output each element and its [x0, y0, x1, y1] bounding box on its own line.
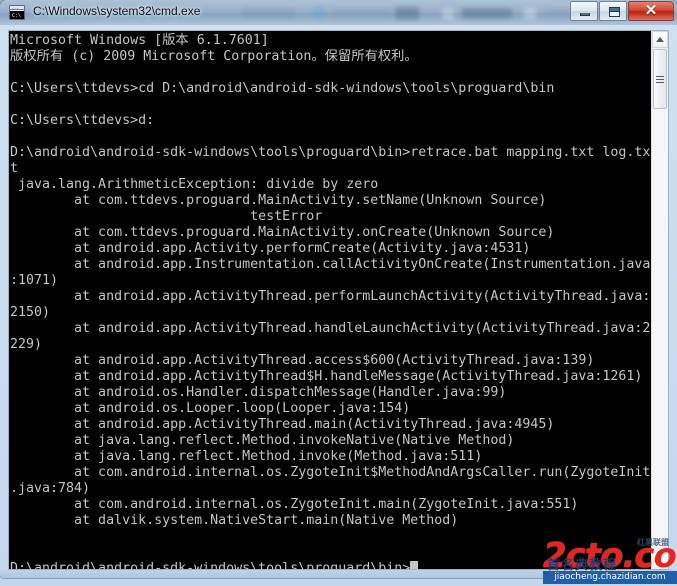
- window-title: C:\Windows\system32\cmd.exe: [33, 4, 201, 18]
- console-line-list: Microsoft Windows [版本 6.1.7601] 版权所有 (c) …: [10, 33, 651, 561]
- console-line: at java.lang.reflect.Method.invoke(Metho…: [10, 449, 483, 464]
- maximize-button[interactable]: [599, 1, 627, 21]
- console-line: testError: [10, 209, 323, 224]
- console-line: at com.ttdevs.proguard.MainActivity.onCr…: [10, 225, 555, 240]
- icon-screen: C:\: [10, 11, 24, 19]
- console-line: at com.android.internal.os.ZygoteInit$Me…: [10, 465, 651, 480]
- console-line: at android.app.ActivityThread.handleLaun…: [10, 321, 651, 336]
- close-button[interactable]: ✕: [628, 1, 674, 21]
- console-line: 2150): [10, 305, 51, 320]
- icon-dots: •••: [12, 6, 20, 11]
- console-line: at android.app.ActivityThread.access$600…: [10, 353, 595, 368]
- console-line: at android.app.ActivityThread.main(Activ…: [10, 417, 555, 432]
- scroll-track[interactable]: [652, 109, 668, 569]
- console-line: java.lang.ArithmeticException: divide by…: [10, 177, 379, 192]
- console-line: t: [10, 161, 19, 176]
- final-prompt-text: D:\android\android-sdk-windows\tools\pro…: [10, 561, 411, 569]
- console-final-prompt-line: D:\android\android-sdk-windows\tools\pro…: [10, 561, 651, 569]
- text-cursor: [410, 561, 419, 569]
- console-line: Microsoft Windows [版本 6.1.7601]: [10, 33, 269, 48]
- scroll-thumb-grip-icon: [656, 75, 665, 83]
- console-client-area: Microsoft Windows [版本 6.1.7601] 版权所有 (c) …: [8, 30, 669, 570]
- console-line: C:\Users\ttdevs>cd D:\android\android-sd…: [10, 81, 555, 96]
- console-line: :1071): [10, 273, 59, 288]
- window-bottom-edge: [0, 570, 677, 578]
- icon-prompt-glyph: C:\: [12, 13, 22, 19]
- console-output[interactable]: Microsoft Windows [版本 6.1.7601] 版权所有 (c) …: [9, 31, 652, 569]
- console-line: 版权所有 (c) 2009 Microsoft Corporation。保留所有…: [10, 49, 418, 64]
- console-line: at com.ttdevs.proguard.MainActivity.setN…: [10, 193, 547, 208]
- scroll-thumb[interactable]: [653, 49, 668, 109]
- console-line: at android.app.ActivityThread.performLau…: [10, 289, 651, 304]
- window-titlebar[interactable]: ••• C:\ C:\Windows\system32\cmd.exe ✕: [0, 0, 677, 26]
- desktop-background: ••• C:\ C:\Windows\system32\cmd.exe ✕ Mi…: [0, 0, 677, 586]
- console-line: at com.android.internal.os.ZygoteInit.ma…: [10, 497, 579, 512]
- minimize-button[interactable]: [570, 1, 598, 21]
- console-line: at android.os.Handler.dispatchMessage(Ha…: [10, 385, 507, 400]
- console-line: at android.os.Looper.loop(Looper.java:15…: [10, 401, 411, 416]
- console-line: at android.app.ActivityThread$H.handleMe…: [10, 369, 643, 384]
- console-line: .java:784): [10, 481, 91, 496]
- window-controls: ✕: [569, 1, 674, 21]
- console-line: at dalvik.system.NativeStart.main(Native…: [10, 513, 459, 528]
- console-line: C:\Users\ttdevs>d:: [10, 113, 155, 128]
- scroll-up-arrow-icon: [656, 37, 665, 42]
- maximize-icon: [609, 7, 620, 17]
- cmd-console-icon: ••• C:\: [9, 5, 25, 20]
- console-line: at android.app.Activity.performCreate(Ac…: [10, 241, 531, 256]
- console-line: 229): [10, 337, 43, 352]
- console-line: D:\android\android-sdk-windows\tools\pro…: [10, 145, 651, 160]
- console-scrollbar[interactable]: [651, 31, 669, 569]
- minimize-icon: [580, 13, 590, 16]
- scroll-up-button[interactable]: [652, 31, 669, 48]
- cmd-window: ••• C:\ C:\Windows\system32\cmd.exe ✕ Mi…: [0, 0, 677, 578]
- console-line: at android.app.Instrumentation.callActiv…: [10, 257, 651, 272]
- close-icon: ✕: [644, 3, 658, 19]
- console-line: at java.lang.reflect.Method.invokeNative…: [10, 433, 515, 448]
